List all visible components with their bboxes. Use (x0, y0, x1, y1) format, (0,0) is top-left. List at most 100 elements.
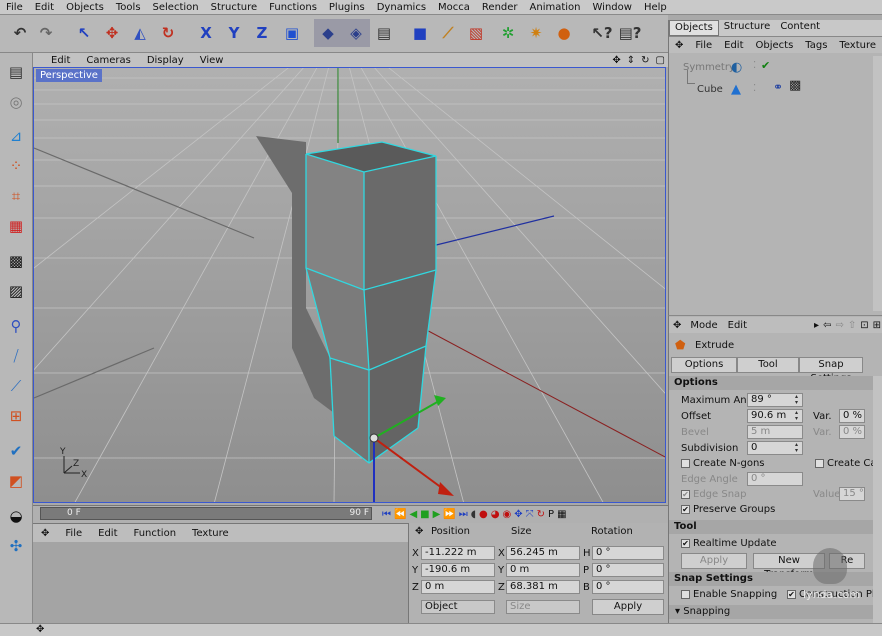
render-view-icon[interactable]: ✲ (494, 19, 522, 47)
menu-help[interactable]: Help (638, 2, 673, 13)
status-bar-icon[interactable]: ✥ (36, 624, 44, 635)
edges-mode-icon[interactable]: ⟋ (434, 19, 462, 47)
attr-apply-button[interactable]: Apply (681, 553, 747, 569)
material-menu-texture[interactable]: Texture (184, 528, 237, 539)
magnet-icon[interactable]: ◒ (3, 503, 29, 529)
edge-snap-checkbox[interactable]: ✔ (681, 490, 690, 499)
polygons-mode-icon[interactable]: ▧ (462, 19, 490, 47)
coordinate-system-icon[interactable]: ▣ (278, 19, 306, 47)
object-menu-file[interactable]: File (689, 40, 718, 51)
position-key-icon[interactable]: ✥ (514, 509, 522, 520)
next-key-icon[interactable]: ⏩ (443, 509, 455, 520)
bevel-var-field[interactable]: 0 % (839, 425, 865, 439)
menu-dynamics[interactable]: Dynamics (371, 2, 432, 13)
coord-apply-button[interactable]: Apply (592, 599, 664, 615)
ik-icon[interactable]: ⟋ (3, 373, 29, 399)
play-forward-icon[interactable]: ▶ (433, 509, 441, 520)
material-menu-edit[interactable]: Edit (90, 528, 125, 539)
parameter-key-icon[interactable]: P (548, 509, 554, 520)
points-tool-icon[interactable]: ⁘ (3, 153, 29, 179)
size-y-field[interactable]: 0 m (506, 563, 580, 577)
viewport-menu-display[interactable]: Display (139, 55, 192, 66)
lock-icon[interactable]: ⊡ (858, 320, 870, 331)
bevel-field[interactable]: 5 m (747, 425, 803, 439)
goto-start-icon[interactable]: ⏮ (382, 509, 391, 520)
snapping-group[interactable]: ▾ Snapping (669, 605, 874, 619)
back-arrow-icon[interactable]: ⇦ (821, 320, 833, 331)
menu-mocca[interactable]: Mocca (432, 2, 476, 13)
coord-size-select[interactable]: Size (506, 600, 580, 614)
play-backward-icon[interactable]: ◀ (409, 509, 417, 520)
x-axis-lock-icon[interactable]: X (192, 19, 220, 47)
viewport-move-icon[interactable]: ✥ (609, 55, 623, 66)
object-list-scrollbar[interactable] (873, 56, 882, 311)
timeline-scrubber[interactable]: 0 F 90 F (40, 507, 372, 520)
realtime-update-checkbox[interactable]: ✔ (681, 539, 690, 548)
live-selection-icon[interactable]: ↖ (70, 19, 98, 47)
construction-plane-checkbox[interactable]: ✔ (787, 590, 796, 599)
tab-structure[interactable]: Structure (719, 20, 776, 36)
object-mode-icon[interactable]: ◈ (342, 19, 370, 47)
attr-tab-options[interactable]: Options (671, 357, 737, 373)
move-tool-icon[interactable]: ✥ (98, 19, 126, 47)
object-menu-tags[interactable]: Tags (799, 40, 833, 51)
edge-angle-field[interactable]: 0 ° (747, 472, 803, 486)
rotate-tool-icon[interactable]: ↻ (154, 19, 182, 47)
menu-tools[interactable]: Tools (110, 2, 147, 13)
viewport-zoom-icon[interactable]: ⇕ (624, 55, 638, 66)
sound-icon[interactable]: ◖ (471, 509, 476, 520)
object-menu-texture[interactable]: Texture (833, 40, 882, 51)
object-menu-icon[interactable]: ✥ (669, 40, 689, 51)
gizmo-center[interactable] (369, 433, 379, 443)
attribute-menu-icon[interactable]: ✥ (669, 320, 685, 331)
menu-objects[interactable]: Objects (60, 2, 110, 13)
tweak-icon[interactable]: ✣ (3, 533, 29, 559)
pla-key-icon[interactable]: ▦ (557, 509, 566, 520)
offset-spinner-icon[interactable]: ▴ ▾ (795, 410, 802, 422)
rotation-key-icon[interactable]: ↻ (537, 509, 545, 520)
object-row-cube[interactable]: Cube (697, 84, 723, 95)
3d-viewport[interactable]: Y Z X (33, 67, 666, 503)
create-caps-checkbox[interactable] (815, 459, 824, 468)
visibility-dots-icon-2[interactable]: ⁚ (753, 83, 756, 94)
render-settings-icon[interactable]: ● (550, 19, 578, 47)
viewport-menu-edit[interactable]: Edit (43, 55, 78, 66)
z-axis-lock-icon[interactable]: Z (248, 19, 276, 47)
stop-icon[interactable]: ■ (420, 509, 429, 520)
material-menu-icon[interactable]: ✥ (33, 528, 57, 539)
coord-mode-select[interactable]: Object (421, 600, 495, 614)
forward-arrow-icon[interactable]: ⇨ (833, 320, 845, 331)
axis-tool-icon[interactable]: ⊿ (3, 123, 29, 149)
rot-b-field[interactable]: 0 ° (592, 580, 664, 594)
attribute-scrollbar[interactable] (873, 376, 882, 623)
material-menu-file[interactable]: File (57, 528, 90, 539)
checker-icon[interactable]: ▩ (3, 248, 29, 274)
render-picture-icon[interactable]: ✷ (522, 19, 550, 47)
up-arrow-icon[interactable]: ⇧ (846, 320, 858, 331)
attribute-menu-mode[interactable]: Mode (685, 320, 722, 331)
points-mode-icon[interactable]: ■ (406, 19, 434, 47)
menu-arrow-icon[interactable]: ▸ (812, 320, 821, 331)
joint-icon[interactable]: ⚲ (3, 313, 29, 339)
scale-tool-icon[interactable]: ◭ (126, 19, 154, 47)
menu-file[interactable]: File (0, 2, 29, 13)
phong-tag-icon[interactable]: ⚭ (773, 80, 783, 94)
redo-icon[interactable]: ↷ (32, 19, 60, 47)
menu-render[interactable]: Render (476, 2, 524, 13)
value-field[interactable]: 15 ° (839, 487, 865, 501)
tab-objects[interactable]: Objects (669, 20, 719, 36)
create-ngons-checkbox[interactable] (681, 459, 690, 468)
rot-h-field[interactable]: 0 ° (592, 546, 664, 560)
max-angle-spinner-icon[interactable]: ▴ ▾ (795, 394, 802, 406)
object-menu-objects[interactable]: Objects (750, 40, 800, 51)
tab-content[interactable]: Content (775, 20, 825, 36)
menu-structure[interactable]: Structure (205, 2, 264, 13)
pos-y-field[interactable]: -190.6 m (421, 563, 495, 577)
enabled-check-icon[interactable]: ✔ (761, 59, 770, 72)
size-z-field[interactable]: 68.381 m (506, 580, 580, 594)
brush-icon[interactable]: ⧸ (3, 343, 29, 369)
viewport-menu-view[interactable]: View (192, 55, 232, 66)
enable-snapping-checkbox[interactable] (681, 590, 690, 599)
rot-p-field[interactable]: 0 ° (592, 563, 664, 577)
subdivision-spinner-icon[interactable]: ▴ ▾ (795, 442, 802, 454)
